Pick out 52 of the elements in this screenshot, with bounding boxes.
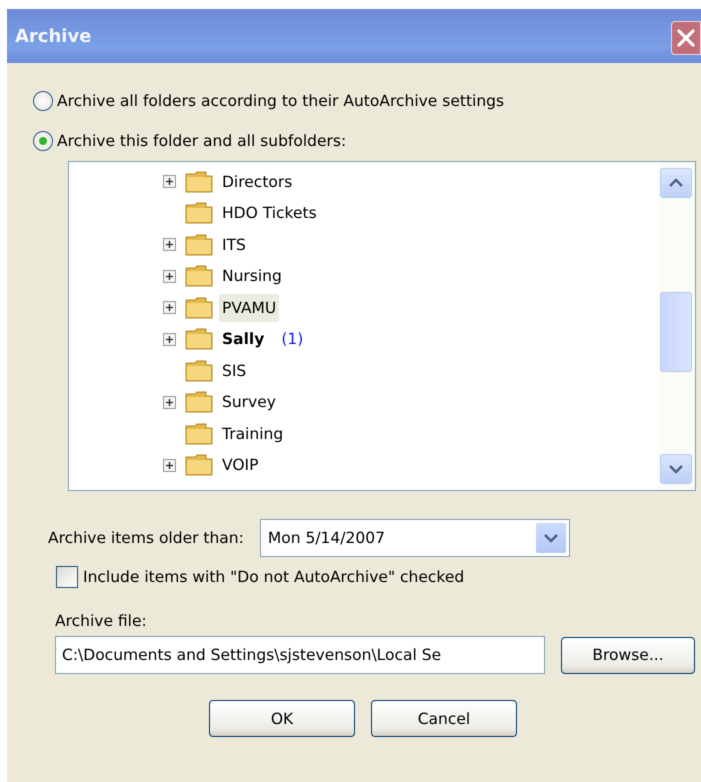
caret-up-icon <box>668 178 684 188</box>
radio-button[interactable] <box>33 91 53 111</box>
ok-button[interactable]: OK <box>209 700 355 737</box>
expand-icon[interactable] <box>163 301 176 314</box>
folder-name[interactable]: Nursing <box>219 262 285 290</box>
expand-icon[interactable] <box>163 396 176 409</box>
folder-icon <box>185 328 213 350</box>
radio-button[interactable] <box>33 131 53 151</box>
window-title: Archive <box>15 26 92 46</box>
date-dropdown[interactable]: Mon 5/14/2007 <box>260 519 570 557</box>
expand-icon[interactable] <box>163 175 176 188</box>
folder-name[interactable]: HDO Tickets <box>219 199 320 228</box>
cancel-button[interactable]: Cancel <box>371 700 517 737</box>
expand-icon[interactable] <box>163 238 176 252</box>
folder-name[interactable]: PVAMU <box>219 294 280 322</box>
close-button[interactable] <box>671 21 701 55</box>
folder-icon <box>185 265 213 288</box>
browse-button[interactable]: Browse... <box>561 636 695 674</box>
expand-icon[interactable] <box>163 458 176 472</box>
folder-name[interactable]: Sally <box>219 325 268 354</box>
folder-icon <box>185 422 213 445</box>
caret-down-icon <box>542 533 559 543</box>
folder-name[interactable]: Survey <box>219 388 279 416</box>
folder-name[interactable]: Training <box>219 420 286 448</box>
archive-file-field[interactable]: C:\Documents and Settings\sjstevenson\Local Se <box>55 636 545 674</box>
folder-icon <box>185 234 213 256</box>
folder-icon <box>185 360 213 382</box>
folder-icon <box>185 296 213 319</box>
folder-name[interactable]: Directors <box>219 168 296 196</box>
radio-label: Archive this folder and all subfolders: <box>57 132 346 150</box>
scroll-thumb[interactable] <box>660 292 692 372</box>
dropdown-button[interactable] <box>536 523 566 553</box>
older-than-label: Archive items older than: <box>48 529 244 547</box>
caret-down-icon <box>668 464 684 474</box>
folder-icon <box>185 170 213 193</box>
scrollbar[interactable] <box>657 162 695 490</box>
scroll-down-button[interactable] <box>660 454 692 484</box>
folder-name[interactable]: ITS <box>219 230 249 259</box>
scroll-up-button[interactable] <box>660 168 692 198</box>
close-icon <box>675 27 697 49</box>
expand-icon[interactable] <box>163 332 176 346</box>
folder-name[interactable]: VOIP <box>219 451 262 480</box>
checkbox-label: Include items with "Do not AutoArchive" checked <box>83 568 464 586</box>
archive-file-label: Archive file: <box>55 612 148 630</box>
expand-icon[interactable] <box>163 270 176 283</box>
folder-name[interactable]: SIS <box>219 356 250 385</box>
radio-label: Archive all folders according to their AutoArchive settings <box>57 92 504 110</box>
folder-icon <box>185 391 213 414</box>
unread-count: (1) <box>281 330 304 348</box>
folder-icon <box>185 202 213 224</box>
folder-icon <box>185 454 213 476</box>
checkbox[interactable] <box>56 566 78 588</box>
